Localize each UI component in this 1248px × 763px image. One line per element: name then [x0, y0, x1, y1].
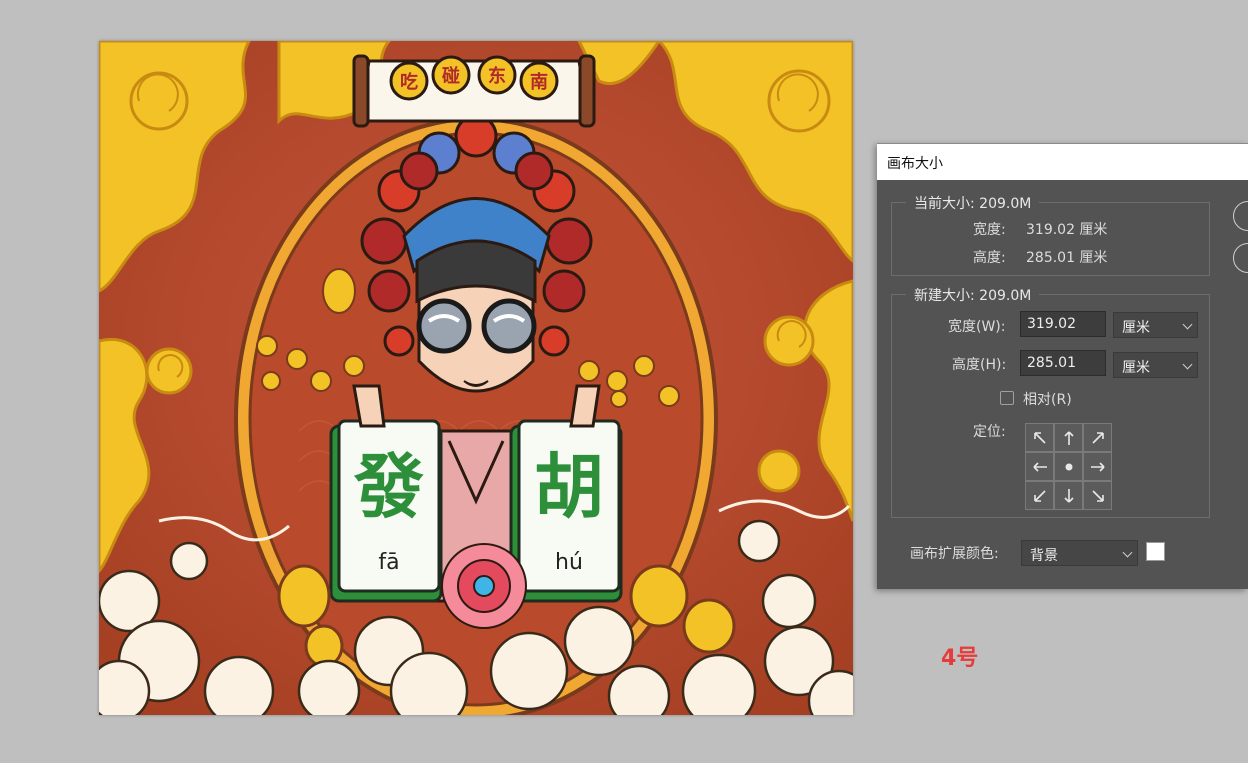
new-width-input[interactable]	[1020, 311, 1106, 337]
anchor-top-right[interactable]	[1083, 423, 1112, 452]
current-width-value: 319.02 厘米	[1026, 222, 1108, 238]
new-height-input[interactable]	[1020, 350, 1106, 376]
ok-button[interactable]	[1233, 201, 1248, 231]
current-size-legend: 当前大小: 209.0M	[906, 193, 1040, 213]
tile-left-pinyin: fā	[378, 550, 399, 575]
dialog-titlebar[interactable]: 画布大小	[877, 143, 1248, 180]
extension-color-label: 画布扩展颜色:	[910, 546, 999, 562]
artwork-illustration: 發 fā 胡 hú 吃 碰 东 南	[99, 41, 853, 715]
extension-color-select[interactable]: 背景	[1021, 540, 1138, 566]
relative-checkbox[interactable]	[1000, 391, 1014, 405]
new-height-unit-select[interactable]: 厘米	[1113, 352, 1198, 378]
arrow-up-right-icon	[1091, 431, 1104, 444]
banner-char-1: 吃	[400, 71, 418, 93]
current-height-label: 高度:	[973, 250, 1006, 266]
chevron-down-icon	[1182, 319, 1193, 330]
anchor-top[interactable]	[1054, 423, 1083, 452]
arrow-down-icon	[1063, 488, 1074, 503]
anchor-left[interactable]	[1025, 452, 1054, 481]
arrow-right-icon	[1090, 461, 1105, 472]
anchor-label: 定位:	[973, 424, 1006, 440]
extension-color-swatch[interactable]	[1146, 542, 1165, 561]
anchor-top-left[interactable]	[1025, 423, 1054, 452]
anchor-bottom-left[interactable]	[1025, 481, 1054, 510]
new-width-unit-select[interactable]: 厘米	[1113, 312, 1198, 338]
tile-left-char: 發	[353, 446, 424, 528]
new-size-legend: 新建大小: 209.0M	[906, 285, 1040, 305]
banner-char-4: 南	[530, 71, 548, 93]
arrow-up-icon	[1063, 430, 1074, 445]
cancel-button[interactable]	[1233, 243, 1248, 273]
dialog-title: 画布大小	[887, 156, 943, 172]
tile-right-char: 胡	[534, 446, 604, 528]
tile-right-pinyin: hú	[555, 550, 583, 575]
anchor-bottom-right[interactable]	[1083, 481, 1112, 510]
banner-char-3: 东	[488, 65, 506, 87]
arrow-up-left-icon	[1033, 431, 1046, 444]
extension-color-value: 背景	[1030, 548, 1058, 564]
relative-label[interactable]: 相对(R)	[1023, 389, 1072, 409]
anchor-center[interactable]	[1054, 452, 1083, 481]
new-width-unit-value: 厘米	[1122, 320, 1150, 336]
annotation-label: 4号	[941, 646, 979, 671]
canvas-artwork: 發 fā 胡 hú 吃 碰 东 南	[99, 41, 853, 715]
new-height-unit-value: 厘米	[1122, 360, 1150, 376]
anchor-grid	[1025, 423, 1112, 510]
arrow-down-right-icon	[1091, 489, 1104, 502]
center-dot-icon	[1065, 463, 1072, 470]
chevron-down-icon	[1122, 547, 1133, 558]
new-height-label: 高度(H):	[952, 357, 1007, 373]
chevron-down-icon	[1182, 359, 1193, 370]
arrow-left-icon	[1032, 461, 1047, 472]
anchor-right[interactable]	[1083, 452, 1112, 481]
anchor-bottom[interactable]	[1054, 481, 1083, 510]
new-width-label: 宽度(W):	[948, 319, 1006, 335]
current-width-label: 宽度:	[973, 222, 1006, 238]
banner-char-2: 碰	[442, 65, 460, 87]
canvas-size-dialog: 画布大小 当前大小: 209.0M 宽度: 319.02 厘米 高度: 285.…	[877, 143, 1248, 589]
arrow-down-left-icon	[1033, 489, 1046, 502]
current-height-value: 285.01 厘米	[1026, 250, 1108, 266]
